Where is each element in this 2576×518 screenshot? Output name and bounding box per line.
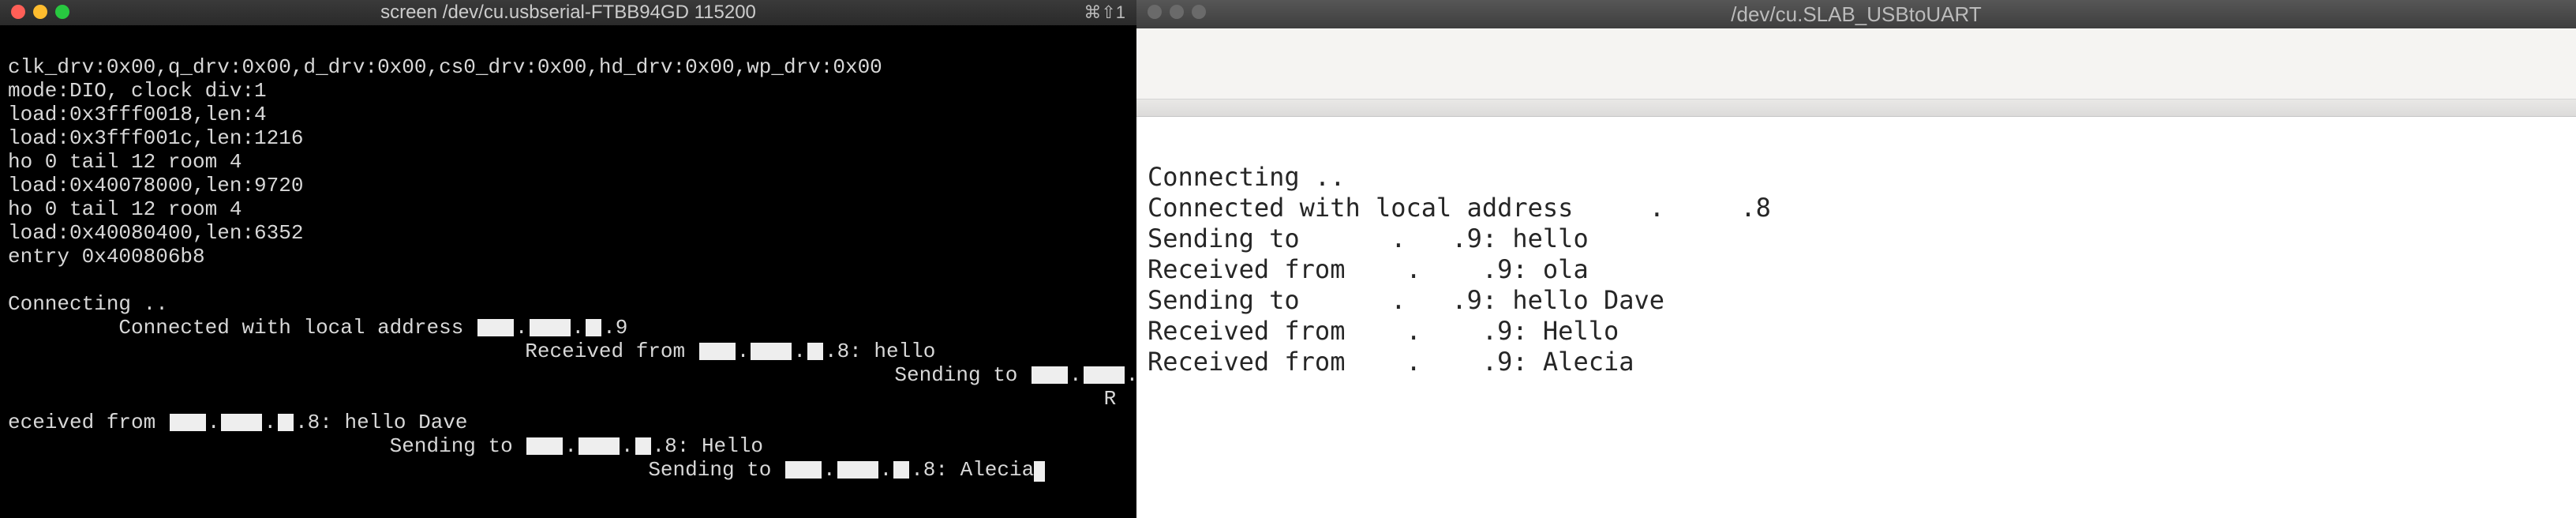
connected-line: Connected with local address ...9 bbox=[8, 316, 627, 340]
sending-line: Sending to ...8: ola bbox=[8, 363, 1243, 387]
boot-line: load:0x40078000,len:9720 bbox=[8, 174, 303, 197]
redacted-ip bbox=[837, 461, 878, 479]
close-icon[interactable] bbox=[1148, 5, 1162, 19]
zoom-icon[interactable] bbox=[1192, 5, 1206, 19]
redacted-ip bbox=[1032, 366, 1068, 384]
toolbar-divider bbox=[1136, 99, 2576, 117]
shortcut-hint: ⌘⇧1 bbox=[1084, 2, 1125, 23]
terminal-body-left[interactable]: clk_drv:0x00,q_drv:0x00,d_drv:0x00,cs0_d… bbox=[0, 25, 1136, 505]
boot-line: ho 0 tail 12 room 4 bbox=[8, 197, 242, 221]
redacted-ip bbox=[578, 437, 620, 455]
redacted-ip bbox=[221, 414, 262, 431]
window-title-left: screen /dev/cu.usbserial-FTBB94GD 115200 bbox=[380, 2, 756, 24]
redacted-ip bbox=[586, 319, 601, 336]
window-controls bbox=[11, 5, 69, 19]
boot-line: mode:DIO, clock div:1 bbox=[8, 79, 267, 103]
boot-line: entry 0x400806b8 bbox=[8, 245, 205, 268]
terminal-body-right[interactable]: Connecting .. Connected with local addre… bbox=[1136, 117, 2576, 408]
redacted-ip bbox=[170, 414, 206, 431]
output-line: Received from . .9: Alecia bbox=[1148, 347, 1634, 377]
titlebar-right[interactable]: /dev/cu.SLAB_USBtoUART bbox=[1136, 0, 2576, 28]
redacted-ip bbox=[699, 343, 736, 360]
minimize-icon[interactable] bbox=[33, 5, 47, 19]
received-line: eceived from ...8: hello Dave bbox=[8, 411, 468, 434]
redacted-ip bbox=[477, 319, 514, 336]
output-line: Sending to . .9: hello Dave bbox=[1148, 285, 1664, 315]
output-line: Received from . .9: ola bbox=[1148, 254, 1589, 284]
terminal-window-right: /dev/cu.SLAB_USBtoUART Connecting .. Con… bbox=[1136, 0, 2576, 518]
close-icon[interactable] bbox=[11, 5, 25, 19]
boot-line: load:0x3fff0018,len:4 bbox=[8, 103, 267, 126]
overflow-line: R bbox=[8, 387, 1116, 411]
window-title-right: /dev/cu.SLAB_USBtoUART bbox=[1731, 2, 1981, 27]
boot-line: clk_drv:0x00,q_drv:0x00,d_drv:0x00,cs0_d… bbox=[8, 55, 882, 79]
redacted-ip bbox=[807, 343, 823, 360]
sending-line: Sending to ...8: Hello bbox=[8, 434, 763, 458]
titlebar-left[interactable]: screen /dev/cu.usbserial-FTBB94GD 115200… bbox=[0, 0, 1136, 25]
window-controls bbox=[1148, 5, 1206, 19]
redacted-ip bbox=[278, 414, 294, 431]
sending-line: Sending to ...8: Alecia bbox=[8, 458, 1045, 482]
output-line: Received from . .9: Hello bbox=[1148, 316, 1619, 346]
boot-line: ho 0 tail 12 room 4 bbox=[8, 150, 242, 174]
redacted-ip bbox=[751, 343, 792, 360]
redacted-ip bbox=[526, 437, 563, 455]
toolbar-blank bbox=[1136, 28, 2576, 99]
output-line: Connecting .. bbox=[1148, 162, 1345, 192]
redacted-ip bbox=[893, 461, 909, 479]
redacted-ip bbox=[785, 461, 822, 479]
output-line: Sending to . .9: hello bbox=[1148, 223, 1589, 253]
cursor-icon bbox=[1034, 461, 1045, 482]
redacted-ip bbox=[635, 437, 651, 455]
connecting-line: Connecting .. bbox=[8, 292, 168, 316]
terminal-window-left: screen /dev/cu.usbserial-FTBB94GD 115200… bbox=[0, 0, 1136, 518]
minimize-icon[interactable] bbox=[1170, 5, 1184, 19]
boot-line: load:0x40080400,len:6352 bbox=[8, 221, 303, 245]
redacted-ip bbox=[1084, 366, 1125, 384]
boot-line: load:0x3fff001c,len:1216 bbox=[8, 126, 303, 150]
received-line: Received from ...8: hello bbox=[8, 340, 935, 363]
zoom-icon[interactable] bbox=[55, 5, 69, 19]
redacted-ip bbox=[530, 319, 571, 336]
output-line: Connected with local address . .8 bbox=[1148, 193, 1771, 223]
